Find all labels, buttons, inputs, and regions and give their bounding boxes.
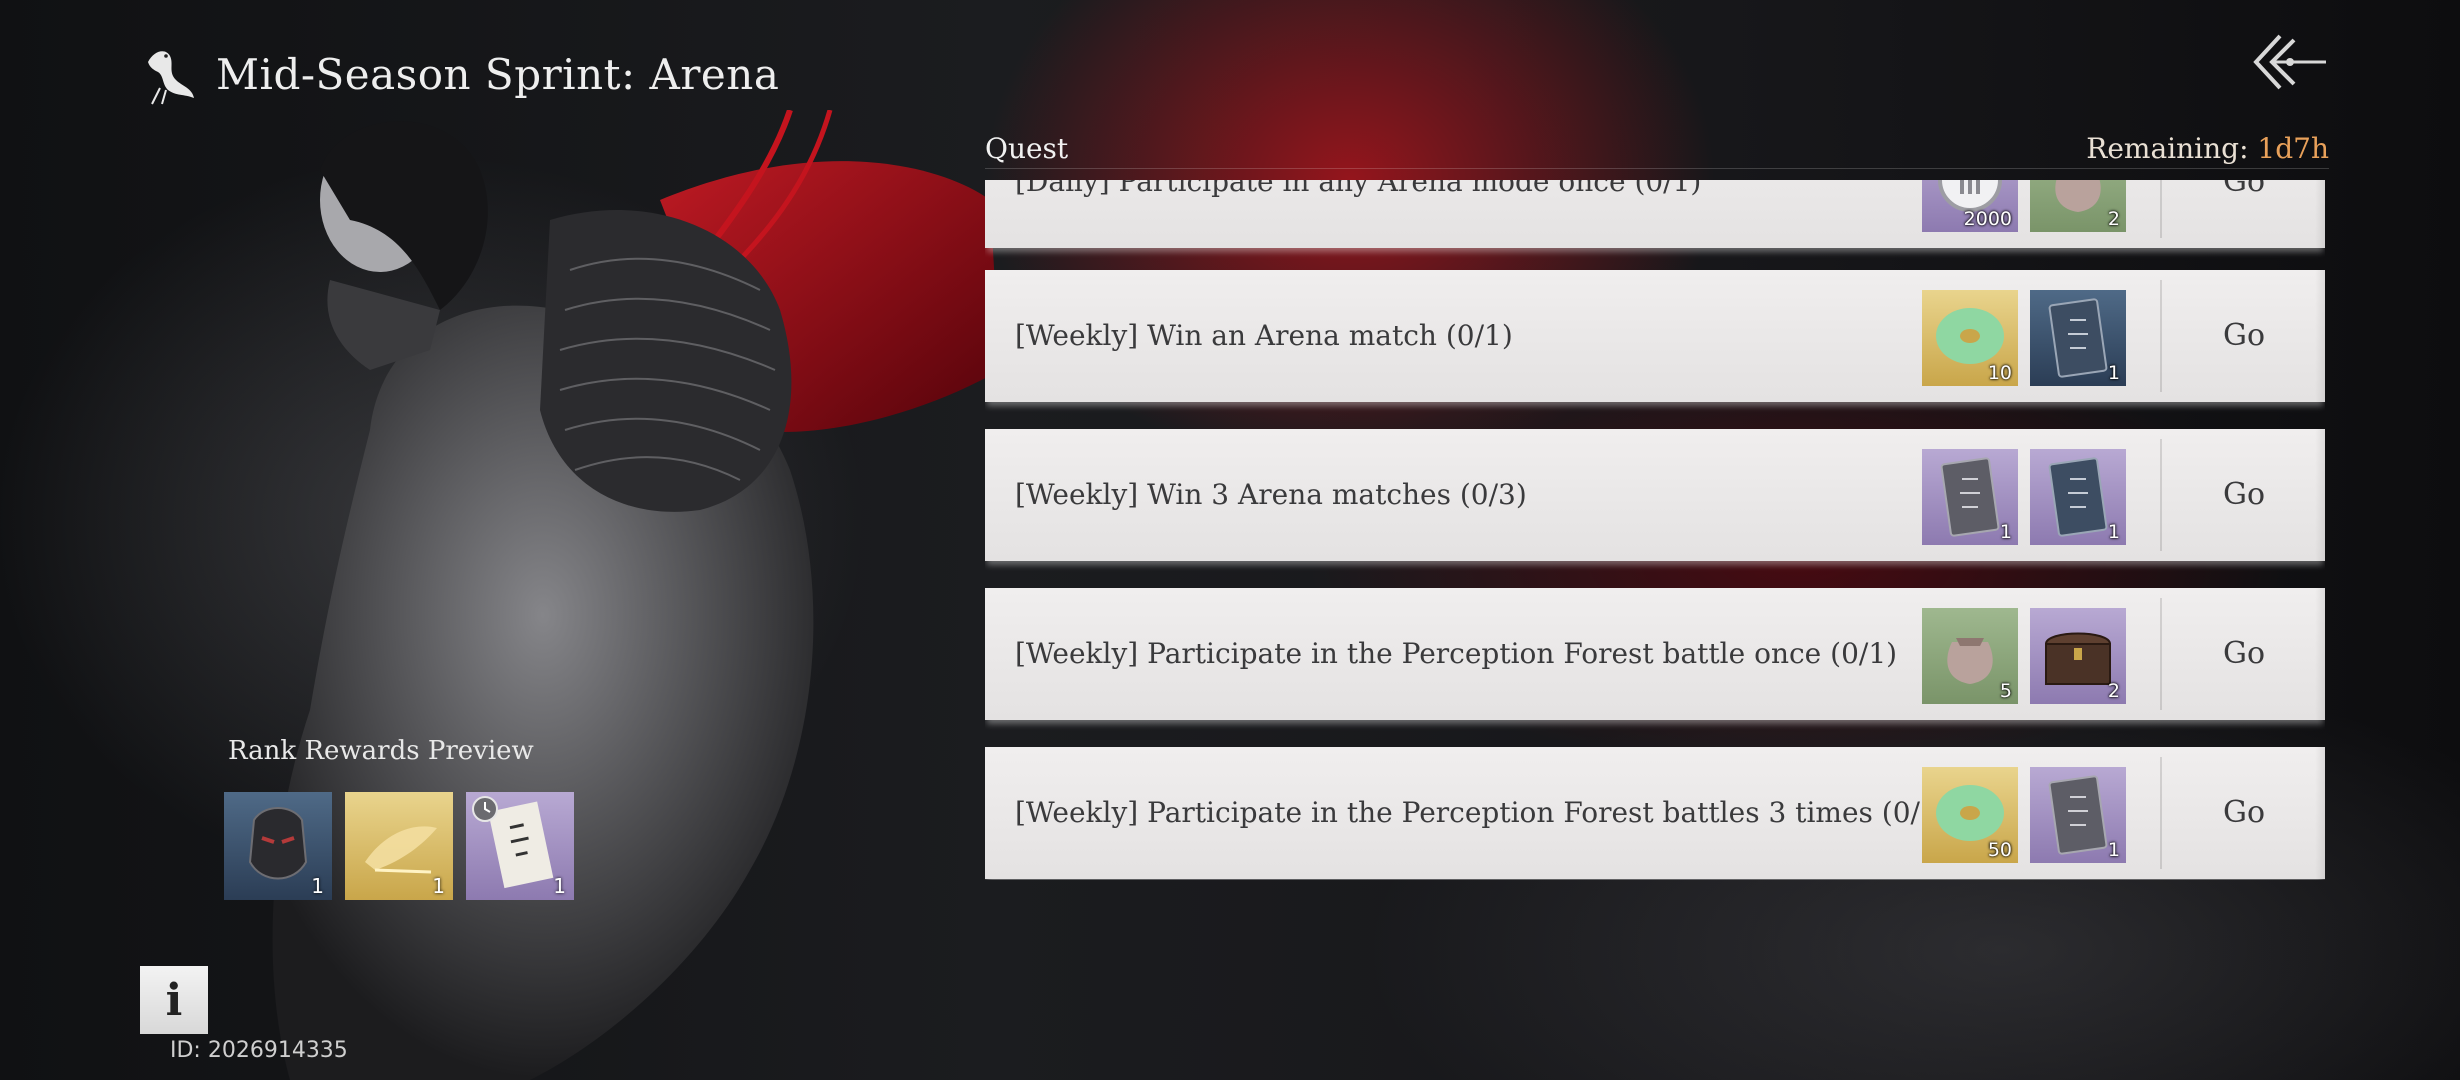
quest-row: [Weekly] Win an Arena match (0/1) 10 1 G… — [985, 270, 2325, 402]
quest-text: [Weekly] Participate in the Perception F… — [1015, 637, 1898, 670]
go-button[interactable]: Go — [2163, 270, 2325, 402]
reward-count: 1 — [1999, 521, 2012, 543]
row-edge — [2315, 429, 2325, 561]
remaining-label: Remaining: — [2086, 132, 2258, 165]
remaining-value: 1d7h — [2257, 132, 2329, 165]
reward-count: 1 — [2107, 839, 2120, 861]
silver-coin-icon[interactable]: 2000 — [1922, 180, 2018, 232]
go-button[interactable]: Go — [2163, 429, 2325, 561]
scroll-card-icon[interactable]: 1 — [2030, 290, 2126, 386]
reward-count: 2 — [2107, 680, 2120, 702]
reward-count: 10 — [1987, 362, 2012, 384]
page-header: Mid-Season Sprint: Arena — [140, 42, 779, 106]
reward-count: 2 — [2107, 208, 2120, 230]
quest-label: Quest — [985, 132, 1069, 165]
quest-row: [Daily] Participate in any Arena mode on… — [985, 180, 2325, 248]
reward-count: 2000 — [1963, 208, 2012, 230]
crane-icon — [148, 51, 194, 105]
row-edge — [2315, 270, 2325, 402]
page-title: Mid-Season Sprint: Arena — [216, 49, 780, 99]
warrior-character-art — [272, 110, 1000, 1080]
go-button[interactable]: Go — [2163, 588, 2325, 720]
reward-count: 50 — [1987, 839, 2012, 861]
quest-text: [Daily] Participate in any Arena mode on… — [1015, 180, 1702, 198]
reward-count: 1 — [432, 874, 445, 898]
rank-rewards-title: Rank Rewards Preview — [228, 736, 534, 766]
quest-row: [Weekly] Win 3 Arena matches (0/3) 1 1 G… — [985, 429, 2325, 561]
reward-count: 1 — [553, 874, 566, 898]
scroll-card-icon[interactable]: 1 — [2030, 767, 2126, 863]
info-button[interactable]: i — [140, 966, 208, 1034]
reward-count: 1 — [311, 874, 324, 898]
quest-text: [Weekly] Participate in the Perception F… — [1015, 796, 1949, 829]
jade-icon[interactable]: 10 — [1922, 290, 2018, 386]
remaining-time: Remaining: 1d7h — [2086, 132, 2329, 165]
row-divider — [2160, 757, 2162, 869]
go-button[interactable]: Go — [2163, 747, 2325, 879]
reward-count: 5 — [1999, 680, 2012, 702]
quest-row: [Weekly] Participate in the Perception F… — [985, 747, 2325, 879]
row-divider — [2160, 280, 2162, 392]
scroll-card-icon[interactable]: 1 — [1922, 449, 2018, 545]
gold-emblem-icon[interactable]: 1 — [345, 792, 453, 900]
timer-icon — [472, 796, 498, 822]
back-arrow-icon[interactable] — [2250, 30, 2330, 94]
row-divider — [2160, 180, 2162, 238]
reward-count: 1 — [2107, 521, 2120, 543]
reward-count: 1 — [2107, 362, 2120, 384]
mask-icon[interactable]: 1 — [224, 792, 332, 900]
row-divider — [2160, 439, 2162, 551]
scroll-card-icon[interactable]: 1 — [2030, 449, 2126, 545]
quest-header: Quest Remaining: 1d7h — [985, 128, 2329, 169]
pouch-icon[interactable]: 2 — [2030, 180, 2126, 232]
pouch-icon[interactable]: 5 — [1922, 608, 2018, 704]
row-edge — [2315, 747, 2325, 879]
row-divider — [2160, 598, 2162, 710]
row-edge — [2315, 180, 2325, 248]
quest-list[interactable]: [Daily] Participate in any Arena mode on… — [985, 180, 2325, 880]
go-button[interactable]: Go — [2163, 180, 2325, 248]
quest-text: [Weekly] Win an Arena match (0/1) — [1015, 319, 1513, 352]
quest-text: [Weekly] Win 3 Arena matches (0/3) — [1015, 478, 1527, 511]
jade-icon[interactable]: 50 — [1922, 767, 2018, 863]
row-edge — [2315, 588, 2325, 720]
chest-icon[interactable]: 2 — [2030, 608, 2126, 704]
quest-row: [Weekly] Participate in the Perception F… — [985, 588, 2325, 720]
user-id: ID: 2026914335 — [170, 1038, 348, 1063]
